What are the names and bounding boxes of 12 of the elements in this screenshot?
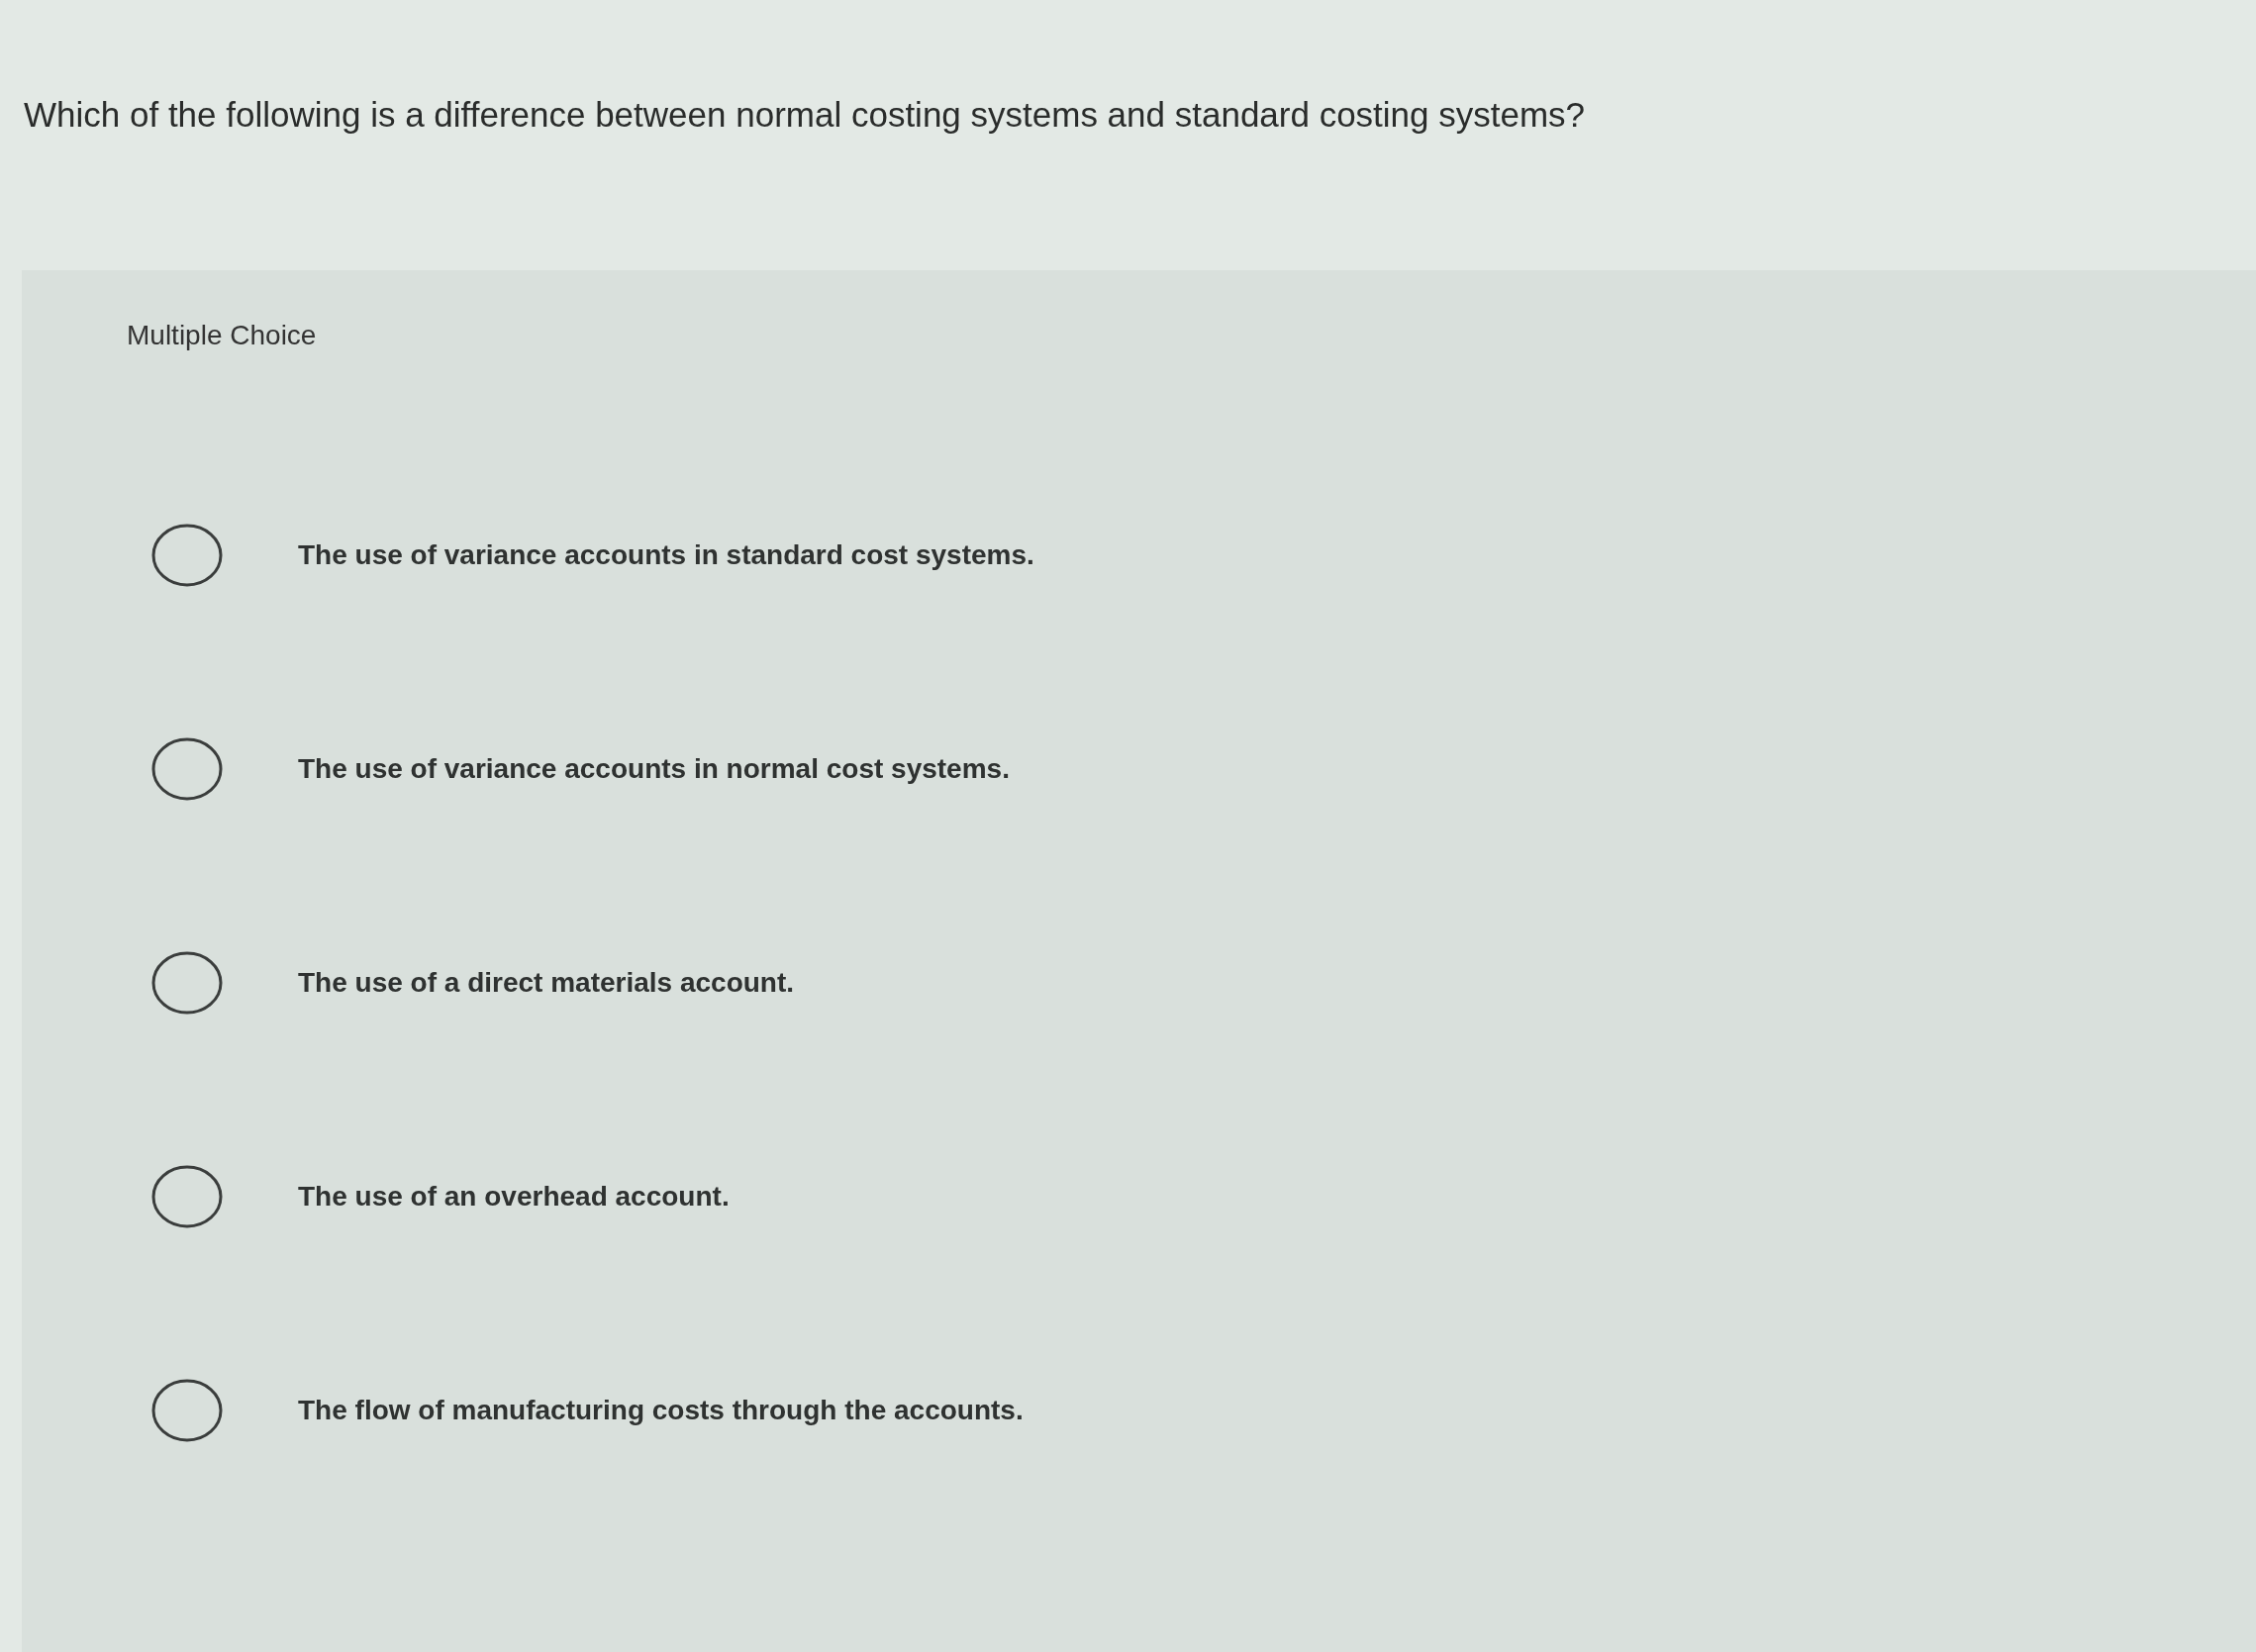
radio-button[interactable] bbox=[151, 1165, 223, 1228]
radio-button[interactable] bbox=[151, 737, 223, 801]
option-text[interactable]: The flow of manufacturing costs through the accounts. bbox=[298, 1393, 1024, 1428]
option-text[interactable]: The use of variance accounts in normal cost systems. bbox=[298, 751, 1010, 787]
option-text[interactable]: The use of variance accounts in standard cost systems. bbox=[298, 537, 1034, 573]
radio-button[interactable] bbox=[151, 951, 223, 1015]
radio-button[interactable] bbox=[151, 524, 223, 587]
option-text[interactable]: The use of a direct materials account. bbox=[298, 965, 795, 1001]
question-text: Which of the following is a difference between normal costing systems and standard costing systems? bbox=[24, 94, 1586, 136]
section-label: Multiple Choice bbox=[127, 319, 317, 352]
radio-button[interactable] bbox=[151, 1379, 223, 1442]
option-text[interactable]: The use of an overhead account. bbox=[298, 1179, 730, 1215]
